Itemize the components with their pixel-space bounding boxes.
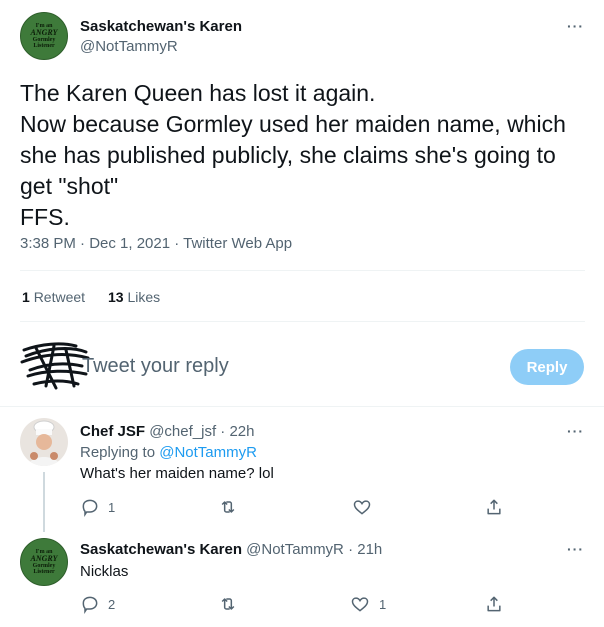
replying-to-label: Replying to (80, 444, 156, 461)
like-count: 1 (379, 596, 387, 612)
divider (0, 406, 604, 407)
author-name[interactable]: Saskatchewan's Karen (80, 18, 242, 35)
tweet-text-line: get "shot" (20, 173, 119, 199)
thread-line (43, 472, 45, 532)
reply-input[interactable]: Tweet your reply (82, 355, 229, 378)
share-icon[interactable] (484, 497, 504, 517)
replying-to: Replying to @NotTammyR (80, 444, 257, 461)
avatar-text-line: ANGRY (30, 28, 58, 37)
tweet-text-line: The Karen Queen has lost it again. (20, 80, 376, 106)
reply-author-name[interactable]: Chef JSF (80, 423, 145, 440)
reply-count: 1 (108, 499, 116, 515)
reply-action[interactable]: 2 (80, 594, 115, 614)
likes-label: Likes (127, 289, 161, 305)
author-avatar[interactable]: I'm an ANGRY Gormley Listener (20, 538, 68, 586)
divider (20, 270, 585, 271)
more-options-icon[interactable]: ··· (567, 18, 584, 34)
avatar-text-line: Listener (33, 43, 55, 49)
retweets-count: 1 (22, 289, 30, 305)
replying-to-handle[interactable]: @NotTammyR (159, 444, 257, 461)
reply-time[interactable]: · 21h (348, 541, 382, 558)
tweet-body: The Karen Queen has lost it again. Now b… (20, 78, 595, 233)
reply-action[interactable]: 1 (80, 497, 115, 517)
retweets-stat[interactable]: 1 Retweet (22, 289, 85, 305)
retweet-icon[interactable] (218, 497, 238, 517)
reply-author-name[interactable]: Saskatchewan's Karen (80, 541, 242, 558)
more-options-icon[interactable]: ··· (567, 541, 584, 557)
likes-stat[interactable]: 13 Likes (108, 289, 160, 305)
share-icon[interactable] (484, 594, 504, 614)
author-avatar[interactable]: I'm an ANGRY Gormley Listener (20, 12, 68, 60)
reply-header: Chef JSF @chef_jsf · 22h (80, 423, 254, 440)
reply-time[interactable]: · 22h (220, 423, 254, 440)
reply-text: Nicklas (80, 563, 129, 580)
like-icon[interactable] (352, 497, 372, 517)
reply-header: Saskatchewan's Karen @NotTammyR · 21h (80, 541, 382, 558)
avatar-text-line: ANGRY (30, 554, 58, 563)
likes-count: 13 (108, 289, 124, 305)
comment-icon (80, 594, 100, 614)
reply-button[interactable]: Reply (510, 349, 584, 385)
like-action[interactable]: 1 (350, 594, 386, 614)
retweet-icon[interactable] (218, 594, 238, 614)
tweet-text-line: Now because Gormley used her maiden name… (20, 111, 566, 137)
more-options-icon[interactable]: ··· (567, 423, 584, 439)
tweet-timestamp[interactable]: 3:38 PM · Dec 1, 2021 · Twitter Web App (20, 235, 292, 252)
reply-text: What's her maiden name? lol (80, 465, 274, 482)
avatar-text-line: Listener (33, 569, 55, 575)
reply-count: 2 (108, 596, 116, 612)
comment-icon (80, 497, 100, 517)
tweet-text-line: she has published publicly, she claims s… (20, 142, 556, 168)
divider (20, 321, 585, 322)
tweet-text-line: FFS. (20, 204, 70, 230)
reply-author-handle[interactable]: @chef_jsf (149, 423, 216, 440)
chef-avatar[interactable] (20, 418, 68, 466)
author-handle[interactable]: @NotTammyR (80, 38, 178, 55)
retweets-label: Retweet (33, 289, 86, 305)
like-icon (350, 594, 370, 614)
reply-author-handle[interactable]: @NotTammyR (246, 541, 344, 558)
